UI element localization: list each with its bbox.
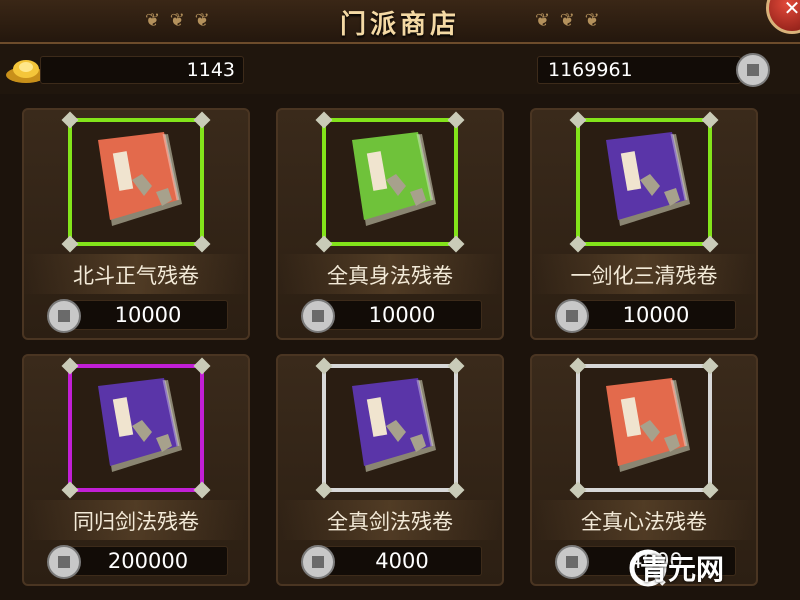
shop-item-card[interactable]: 北斗正气残卷 10000 bbox=[22, 108, 250, 340]
item-frame[interactable] bbox=[61, 357, 211, 499]
frame-corner bbox=[315, 481, 333, 499]
item-name: 同归剑法残卷 bbox=[73, 510, 199, 534]
frame-corner bbox=[193, 235, 211, 253]
item-name: 一剑化三清残卷 bbox=[570, 264, 718, 288]
scroll-book-icon bbox=[98, 132, 182, 226]
page-title: 门派商店 bbox=[339, 10, 460, 40]
frame-corner bbox=[569, 111, 587, 129]
frame-corner bbox=[701, 235, 719, 253]
silver-coin-icon bbox=[555, 545, 589, 579]
item-price: 10000 bbox=[576, 300, 736, 330]
frame-corner bbox=[447, 111, 465, 129]
silver-coin-icon bbox=[47, 299, 81, 333]
frame-corner bbox=[61, 357, 79, 375]
silver-coin-icon bbox=[301, 545, 335, 579]
frame-corner bbox=[315, 111, 333, 129]
frame-corner bbox=[447, 481, 465, 499]
frame-corner bbox=[569, 235, 587, 253]
shop-item-card[interactable]: 同归剑法残卷 200000 bbox=[22, 354, 250, 586]
frame-corner bbox=[701, 481, 719, 499]
item-price: 4000 bbox=[322, 546, 482, 576]
item-frame[interactable] bbox=[61, 111, 211, 253]
item-frame[interactable] bbox=[569, 357, 719, 499]
item-name: 北斗正气残卷 bbox=[73, 264, 199, 288]
frame-corner bbox=[569, 357, 587, 375]
silver-coin-icon bbox=[301, 299, 335, 333]
scroll-book-icon bbox=[352, 378, 436, 472]
frame-corner bbox=[61, 111, 79, 129]
frame-corner bbox=[61, 481, 79, 499]
scroll-book-icon bbox=[606, 378, 690, 472]
shop-item-card[interactable]: 全真剑法残卷 4000 bbox=[276, 354, 504, 586]
silver-coin-icon bbox=[555, 299, 589, 333]
item-name: 全真身法残卷 bbox=[327, 264, 453, 288]
item-name: 全真心法残卷 bbox=[581, 510, 707, 534]
frame-corner bbox=[193, 481, 211, 499]
frame-corner bbox=[193, 357, 211, 375]
item-frame[interactable] bbox=[569, 111, 719, 253]
frame-corner bbox=[193, 111, 211, 129]
item-price: 10000 bbox=[322, 300, 482, 330]
frame-corner bbox=[447, 235, 465, 253]
frame-corner bbox=[701, 111, 719, 129]
frame-corner bbox=[447, 357, 465, 375]
item-name: 全真剑法残卷 bbox=[327, 510, 453, 534]
item-price: 10000 bbox=[68, 300, 228, 330]
silver-amount: 1169961 bbox=[537, 56, 741, 84]
item-price: 200000 bbox=[68, 546, 228, 576]
scroll-book-icon bbox=[98, 378, 182, 472]
silver-coin-icon bbox=[736, 53, 770, 87]
silver-coin-icon bbox=[47, 545, 81, 579]
shop-item-card[interactable]: 一剑化三清残卷 10000 bbox=[530, 108, 758, 340]
frame-corner bbox=[315, 357, 333, 375]
gold-amount: 1143 bbox=[40, 56, 244, 84]
scroll-book-icon bbox=[352, 132, 436, 226]
frame-corner bbox=[315, 235, 333, 253]
shop-item-card[interactable]: 全真身法残卷 10000 bbox=[276, 108, 504, 340]
frame-corner bbox=[701, 357, 719, 375]
header-ornament-right: ❦ ❦ ❦ bbox=[535, 10, 602, 31]
watermark: 青元网 bbox=[640, 553, 725, 586]
shop-header: ❦ ❦ ❦ 门派商店 ❦ ❦ ❦ ✕ bbox=[0, 0, 800, 44]
scroll-book-icon bbox=[606, 132, 690, 226]
frame-corner bbox=[569, 481, 587, 499]
item-frame[interactable] bbox=[315, 357, 465, 499]
frame-corner bbox=[61, 235, 79, 253]
item-frame[interactable] bbox=[315, 111, 465, 253]
